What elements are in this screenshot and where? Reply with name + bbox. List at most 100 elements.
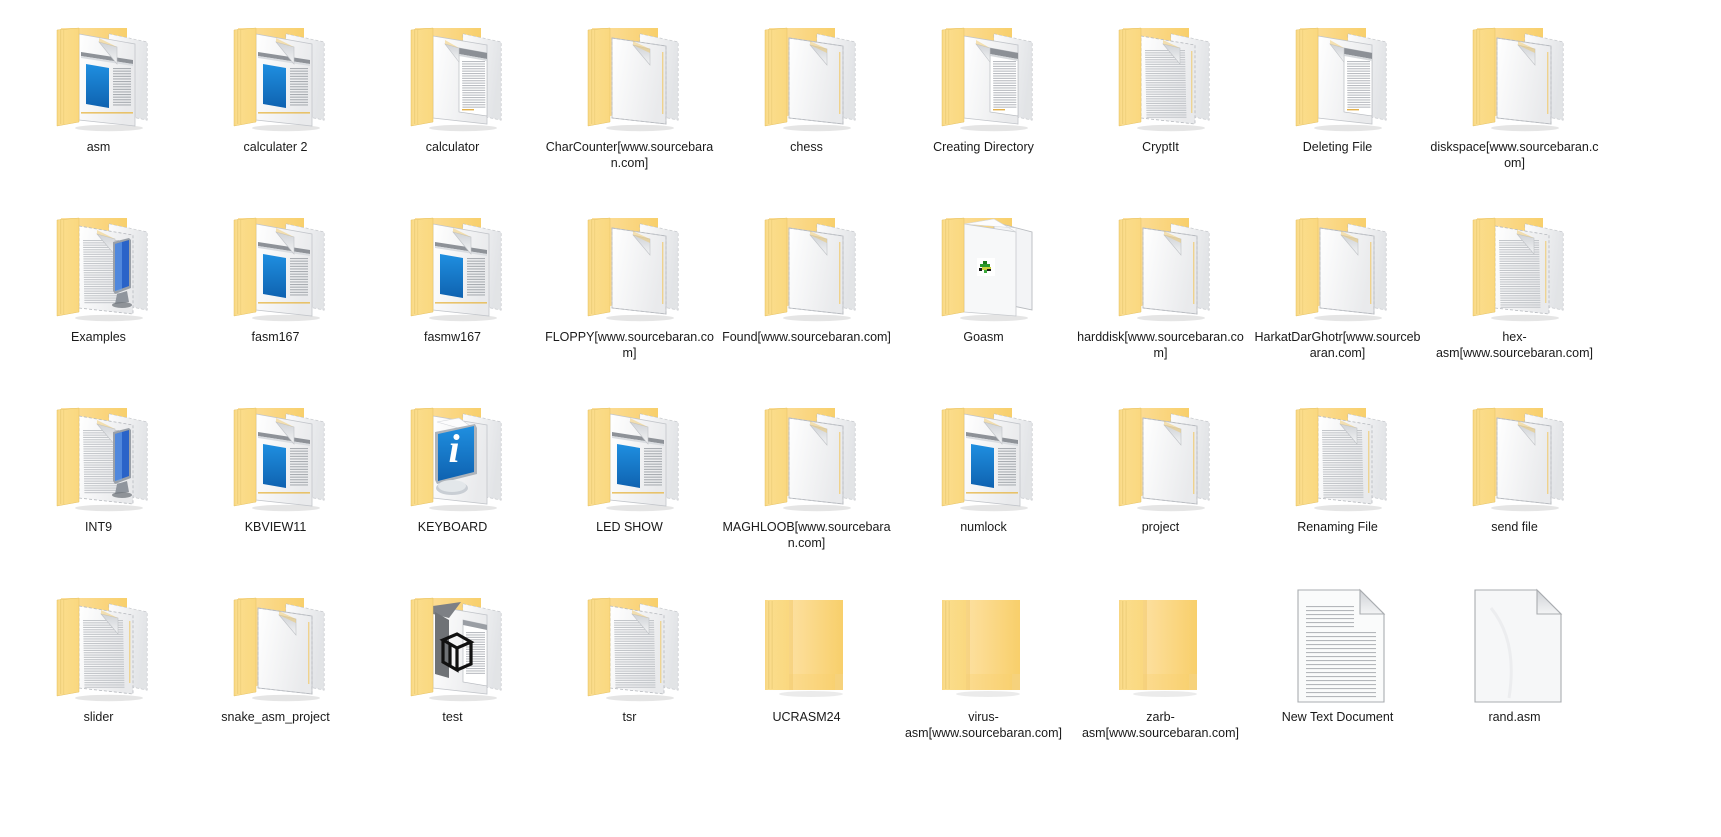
folder-item[interactable]: calculator (364, 8, 541, 198)
folder-item[interactable]: Goasm (895, 198, 1072, 388)
folder-open-document-window-icon[interactable] (212, 198, 340, 326)
folder-item[interactable]: hex-asm[www.sourcebaran.com] (1426, 198, 1603, 388)
folder-item[interactable]: Deleting File (1249, 8, 1426, 198)
item-label[interactable]: test (367, 710, 539, 726)
folder-open-document-window-icon[interactable] (212, 8, 340, 136)
item-label[interactable]: rand.asm (1429, 710, 1601, 726)
folder-item[interactable]: chess (718, 8, 895, 198)
text-document-icon[interactable] (1274, 578, 1402, 706)
folder-item[interactable]: zarb-asm[www.sourcebaran.com] (1072, 578, 1249, 768)
folder-open-document-window-icon[interactable] (389, 198, 517, 326)
item-label[interactable]: snake_asm_project (190, 710, 362, 726)
folder-item[interactable]: slider (10, 578, 187, 768)
folder-open-lined-page-icon[interactable] (35, 578, 163, 706)
folder-closed-empty-icon[interactable] (920, 578, 1048, 706)
folder-item[interactable]: Found[www.sourcebaran.com] (718, 198, 895, 388)
folder-item[interactable]: harddisk[www.sourcebaran.com] (1072, 198, 1249, 388)
folder-open-lined-page-icon[interactable] (566, 578, 694, 706)
folder-item[interactable]: asm (10, 8, 187, 198)
item-label[interactable]: Creating Directory (898, 140, 1070, 156)
folder-open-blank-page-icon[interactable] (1451, 8, 1579, 136)
item-label[interactable]: calculater 2 (190, 140, 362, 156)
folder-open-lined-page-icon[interactable] (1097, 8, 1225, 136)
item-label[interactable]: zarb-asm[www.sourcebaran.com] (1075, 710, 1247, 741)
item-label[interactable]: HarkatDarGhotr[www.sourcebaran.com] (1252, 330, 1424, 361)
folder-item[interactable]: numlock (895, 388, 1072, 578)
item-label[interactable]: virus-asm[www.sourcebaran.com] (898, 710, 1070, 741)
folder-open-document-window-icon[interactable] (212, 388, 340, 516)
item-label[interactable]: chess (721, 140, 893, 156)
folder-item[interactable]: fasmw167 (364, 198, 541, 388)
folder-item[interactable]: tsr (541, 578, 718, 768)
folder-item[interactable]: KBVIEW11 (187, 388, 364, 578)
folder-closed-empty-icon[interactable] (1097, 578, 1225, 706)
item-label[interactable]: tsr (544, 710, 716, 726)
folder-open-document-window-icon[interactable] (566, 388, 694, 516)
item-label[interactable]: Examples (13, 330, 185, 346)
item-label[interactable]: UCRASM24 (721, 710, 893, 726)
item-label[interactable]: harddisk[www.sourcebaran.com] (1075, 330, 1247, 361)
blank-document-icon[interactable] (1451, 578, 1579, 706)
folder-open-blank-page-icon[interactable] (743, 8, 871, 136)
folder-open-document-window-icon[interactable] (920, 388, 1048, 516)
item-label[interactable]: project (1075, 520, 1247, 536)
folder-item[interactable]: diskspace[www.sourcebaran.com] (1426, 8, 1603, 198)
folder-open-window-icon[interactable] (389, 8, 517, 136)
folder-item[interactable]: Renaming File (1249, 388, 1426, 578)
folder-item[interactable]: INT9 (10, 388, 187, 578)
item-label[interactable]: asm (13, 140, 185, 156)
folder-item[interactable]: UCRASM24 (718, 578, 895, 768)
item-label[interactable]: FLOPPY[www.sourcebaran.com] (544, 330, 716, 361)
folder-open-blank-page-icon[interactable] (566, 8, 694, 136)
folder-item[interactable]: HarkatDarGhotr[www.sourcebaran.com] (1249, 198, 1426, 388)
folder-item[interactable]: snake_asm_project (187, 578, 364, 768)
folder-open-monitor-icon[interactable] (35, 388, 163, 516)
item-label[interactable]: send file (1429, 520, 1601, 536)
folder-item[interactable]: CharCounter[www.sourcebaran.com] (541, 8, 718, 198)
item-label[interactable]: fasmw167 (367, 330, 539, 346)
item-label[interactable]: Renaming File (1252, 520, 1424, 536)
item-label[interactable]: KBVIEW11 (190, 520, 362, 536)
folder-open-monitor-icon[interactable] (35, 198, 163, 326)
folder-open-blank-page-icon[interactable] (1097, 388, 1225, 516)
folder-open-blank-page-icon[interactable] (1097, 198, 1225, 326)
item-label[interactable]: Found[www.sourcebaran.com] (721, 330, 893, 346)
folder-item[interactable]: send file (1426, 388, 1603, 578)
folder-item[interactable]: project (1072, 388, 1249, 578)
file-item[interactable]: rand.asm (1426, 578, 1603, 768)
item-label[interactable]: INT9 (13, 520, 185, 536)
file-item[interactable]: New Text Document (1249, 578, 1426, 768)
folder-open-blank-page-icon[interactable] (743, 388, 871, 516)
folder-item[interactable]: test (364, 578, 541, 768)
folder-open-blank-page-icon[interactable] (566, 198, 694, 326)
item-label[interactable]: Deleting File (1252, 140, 1424, 156)
folder-item[interactable]: FLOPPY[www.sourcebaran.com] (541, 198, 718, 388)
folder-open-lined-page-icon[interactable] (1274, 388, 1402, 516)
item-label[interactable]: MAGHLOOB[www.sourcebaran.com] (721, 520, 893, 551)
folder-item[interactable]: LED SHOW (541, 388, 718, 578)
item-label[interactable]: LED SHOW (544, 520, 716, 536)
folder-open-blank-page-icon[interactable] (1274, 198, 1402, 326)
item-label[interactable]: hex-asm[www.sourcebaran.com] (1429, 330, 1601, 361)
folder-item[interactable]: Creating Directory (895, 8, 1072, 198)
folder-open-blank-page-icon[interactable] (212, 578, 340, 706)
item-label[interactable]: Goasm (898, 330, 1070, 346)
folder-open-blank-page-icon[interactable] (743, 198, 871, 326)
folder-open-info-monitor-icon[interactable]: i (389, 388, 517, 516)
item-label[interactable]: CharCounter[www.sourcebaran.com] (544, 140, 716, 171)
item-label[interactable]: calculator (367, 140, 539, 156)
item-label[interactable]: numlock (898, 520, 1070, 536)
folder-item[interactable]: MAGHLOOB[www.sourcebaran.com] (718, 388, 895, 578)
item-label[interactable]: KEYBOARD (367, 520, 539, 536)
folder-open-window-icon[interactable] (1274, 8, 1402, 136)
folder-item[interactable]: Examples (10, 198, 187, 388)
folder-item[interactable]: calculater 2 (187, 8, 364, 198)
folder-item[interactable]: virus-asm[www.sourcebaran.com] (895, 578, 1072, 768)
folder-open-blank-page-icon[interactable] (1451, 388, 1579, 516)
folder-item[interactable]: i KEYBOARD (364, 388, 541, 578)
folder-open-sprite-icon[interactable] (920, 198, 1048, 326)
folder-item[interactable]: fasm167 (187, 198, 364, 388)
folder-open-3d-object-icon[interactable] (389, 578, 517, 706)
item-label[interactable]: diskspace[www.sourcebaran.com] (1429, 140, 1601, 171)
folder-item[interactable]: CryptIt (1072, 8, 1249, 198)
